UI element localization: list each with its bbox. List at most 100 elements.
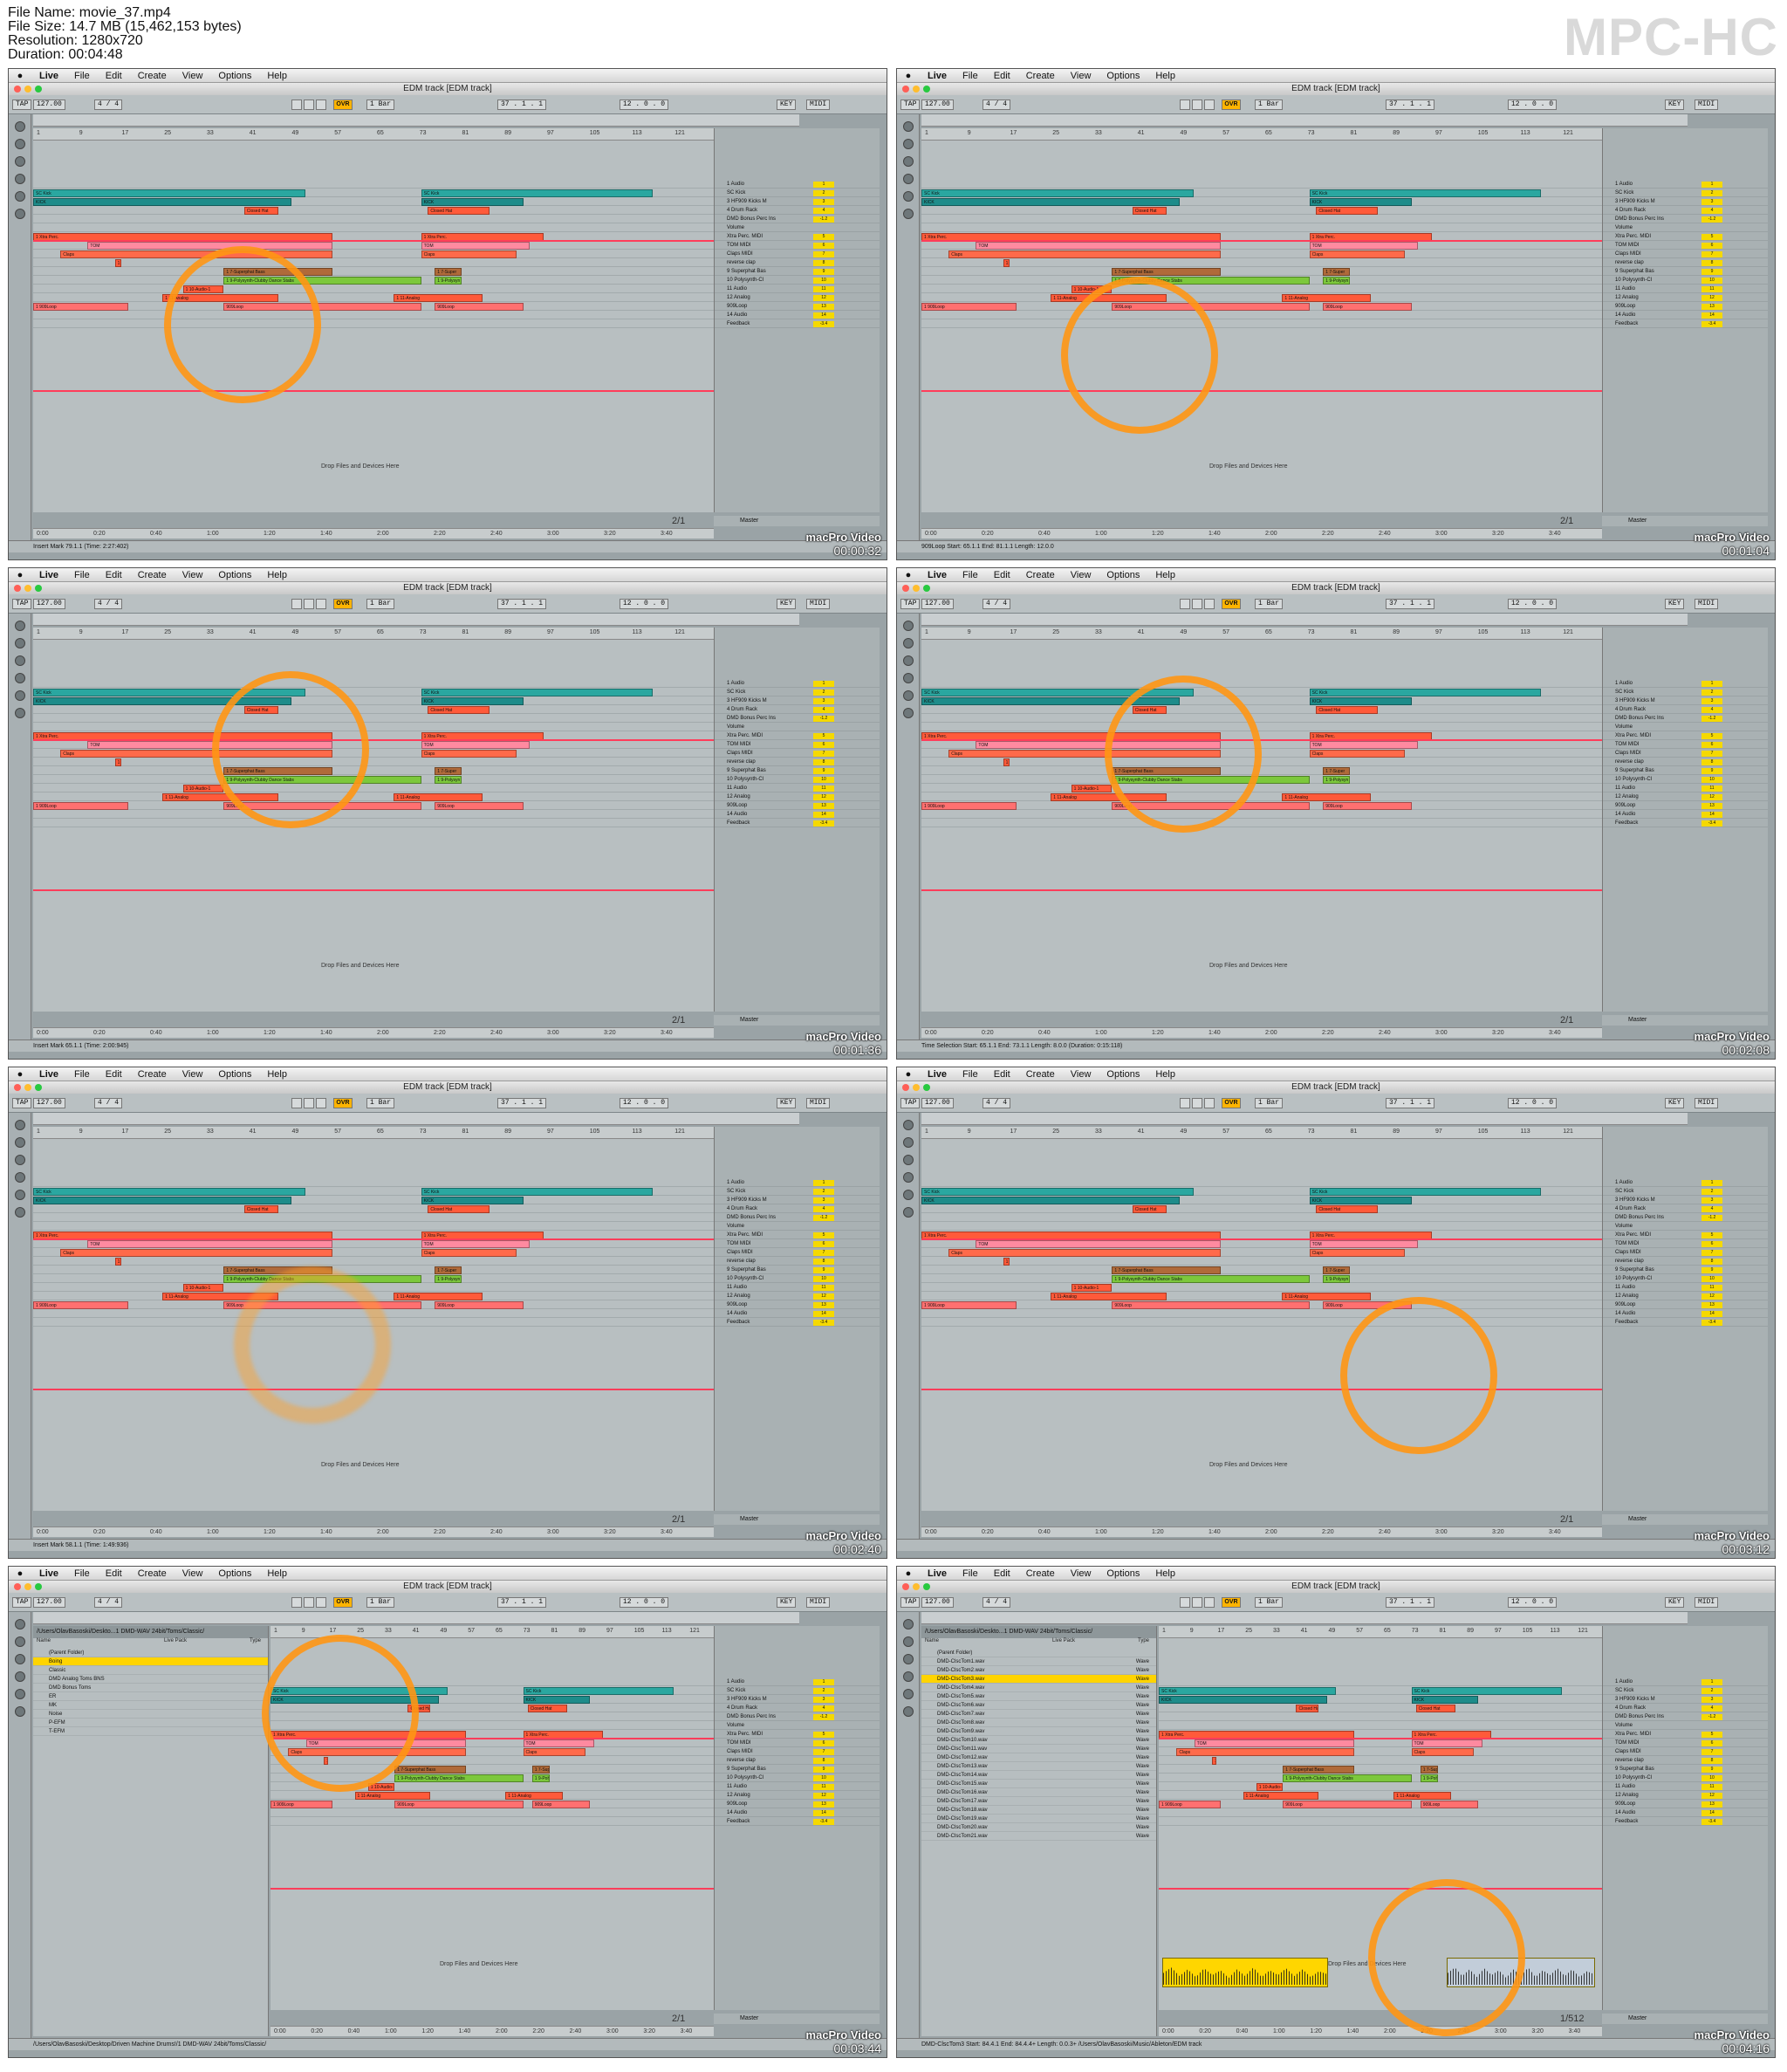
clip[interactable]: KICK [421,198,524,206]
menu-edit[interactable]: Edit [986,71,1018,81]
browser-category-icon[interactable] [15,1689,25,1699]
apple-icon[interactable]: ● [9,570,31,580]
track-lane[interactable]: 1 11-Analog 1 11-Analog [921,1293,1602,1300]
zoom-button[interactable] [35,86,42,93]
record-button[interactable] [1204,599,1215,609]
clip[interactable]: 1 7-Super [1323,268,1351,276]
track-header[interactable]: 4 Drum Rack 4 [1603,706,1768,714]
track-lane[interactable] [921,680,1602,688]
track-lane[interactable]: TOM TOM [33,242,714,250]
menu-view[interactable]: View [175,1069,211,1080]
key-map-button[interactable]: KEY [1665,599,1685,609]
key-map-button[interactable]: KEY [1665,1597,1685,1608]
loop-start-field[interactable]: 37 . 1 . 1 [497,99,547,110]
master-track[interactable]: Master [1602,1514,1768,1525]
menu-view[interactable]: View [1063,1069,1099,1080]
close-button[interactable] [902,86,909,93]
menu-file[interactable]: File [955,1568,986,1579]
track-lane[interactable]: TOM TOM [921,741,1602,749]
track-header[interactable]: Volume [715,224,880,232]
track-lane[interactable]: 1 10-Audio-1 [33,285,714,293]
clip[interactable]: SC Kick [421,1188,653,1196]
track-header[interactable]: SC Kick 2 [715,189,880,197]
quantize-menu[interactable]: 1 Bar [1255,599,1284,609]
loop-length-field[interactable]: 12 . 0 . 0 [1508,1098,1558,1108]
track-header[interactable]: 4 Drum Rack 4 [1603,1705,1768,1712]
track-lane[interactable]: 1 9-Polysynth-Clubby Dance Stabs1 9-Poly… [33,277,714,285]
track-lane[interactable]: Claps Claps [921,1249,1602,1257]
track-lane[interactable] [33,312,714,319]
overdub-button[interactable]: OVR [333,99,353,110]
clip[interactable]: Closed Hat [527,1705,568,1712]
track-header[interactable]: 4 Drum Rack 4 [715,706,880,714]
stop-button[interactable] [304,1597,314,1608]
browser-category-icon[interactable] [15,121,25,132]
track-lane[interactable] [921,715,1602,723]
track-header[interactable]: SC Kick 2 [715,1188,880,1196]
column-name[interactable]: Name [925,1638,939,1643]
loop-start-field[interactable]: 37 . 1 . 1 [1386,99,1435,110]
track-header[interactable]: 909Loop 13 [715,802,880,810]
browser-category-icon[interactable] [15,1619,25,1629]
track-lane[interactable]: SC Kick SC Kick [921,689,1602,696]
track-header[interactable]: 909Loop 13 [1603,1801,1768,1808]
menu-live[interactable]: Live [920,1568,955,1579]
time-signature[interactable]: 4 / 4 [94,599,123,609]
browser-category-icon[interactable] [903,1120,914,1130]
stop-button[interactable] [1192,99,1202,110]
menu-file[interactable]: File [66,1069,98,1080]
stop-button[interactable] [1192,599,1202,609]
tap-button[interactable]: TAP [12,599,32,609]
menu-create[interactable]: Create [130,1069,175,1080]
menu-view[interactable]: View [1063,1568,1099,1579]
track-lane[interactable] [921,312,1602,319]
time-signature[interactable]: 4 / 4 [94,1098,123,1108]
clip[interactable]: 909Loop [1323,303,1412,311]
clip[interactable]: 1 7-Super [1323,767,1351,775]
track-lane[interactable]: 1 10-Audio-1 [33,1284,714,1292]
browser-category-icon[interactable] [903,1654,914,1664]
time-signature[interactable]: 4 / 4 [983,99,1011,110]
clip[interactable]: TOM [1194,1739,1354,1747]
column-name[interactable]: Name [37,1638,51,1643]
clip[interactable]: 909Loop [1283,1801,1412,1808]
track-lane[interactable]: 1 9-Polysynth-Clubby Dance Stabs1 9-Poly… [921,776,1602,784]
play-button[interactable] [1180,99,1190,110]
browser-category-icon[interactable] [903,1689,914,1699]
track-header[interactable]: reverse clap 8 [1603,259,1768,267]
track-header[interactable]: 10 Polysynth-Cl 10 [715,277,880,285]
clip[interactable]: 1 10-Audio-1 [182,1284,224,1292]
track-header[interactable]: Feedback -3.4 [715,1818,880,1826]
overdub-button[interactable]: OVR [333,599,353,609]
clip[interactable]: 909Loop [394,1801,524,1808]
browser-item[interactable]: DMD-ClscTom21.wav Wave [921,1832,1156,1841]
track-lane[interactable] [921,320,1602,328]
clip[interactable]: SC Kick [523,1687,674,1695]
clip[interactable]: 1 909Loop [33,1301,129,1309]
clip[interactable]: 1 7-Superphat Bass [1112,1266,1222,1274]
menu-create[interactable]: Create [130,570,175,580]
track-lane[interactable] [1159,1818,1602,1826]
menu-file[interactable]: File [66,71,98,81]
track-header[interactable]: Feedback -3.4 [715,820,880,827]
browser-item[interactable]: DMD-ClscTom5.wav Wave [921,1692,1156,1701]
track-header[interactable]: 11 Audio 11 [1603,785,1768,792]
track-lane[interactable]: 1 11-Analog 1 11-Analog [921,793,1602,801]
clip[interactable]: 909Loop [1420,1801,1478,1808]
loop-length-field[interactable]: 12 . 0 . 0 [620,1098,669,1108]
clip[interactable]: 1 11-Analog [1051,1293,1167,1300]
track-header[interactable]: Xtra Perc. MIDI 5 [715,1731,880,1739]
track-header[interactable]: 1 Audio 1 [1603,1678,1768,1686]
clip[interactable]: TOM [421,741,531,749]
track-lane[interactable]: 1 9-Polysynth-Clubby Dance Stabs1 9-Poly… [33,1275,714,1283]
song-overview[interactable] [921,1113,1688,1125]
track-lane[interactable]: 1 909Loop 909Loop 909Loop [921,1301,1602,1309]
browser-category-icon[interactable] [903,1190,914,1200]
clip[interactable]: KICK [921,198,1181,206]
track-header[interactable]: 12 Analog 12 [1603,1293,1768,1300]
bar-ruler[interactable]: 1 9 17 25 33 41 49 57 65 73 81 89 97 105 113 121 [33,1127,714,1139]
browser-category-icon[interactable] [15,156,25,167]
close-button[interactable] [14,585,21,592]
track-lane[interactable]: SC Kick SC Kick [33,189,714,197]
clip[interactable]: 1 [1003,1258,1010,1266]
